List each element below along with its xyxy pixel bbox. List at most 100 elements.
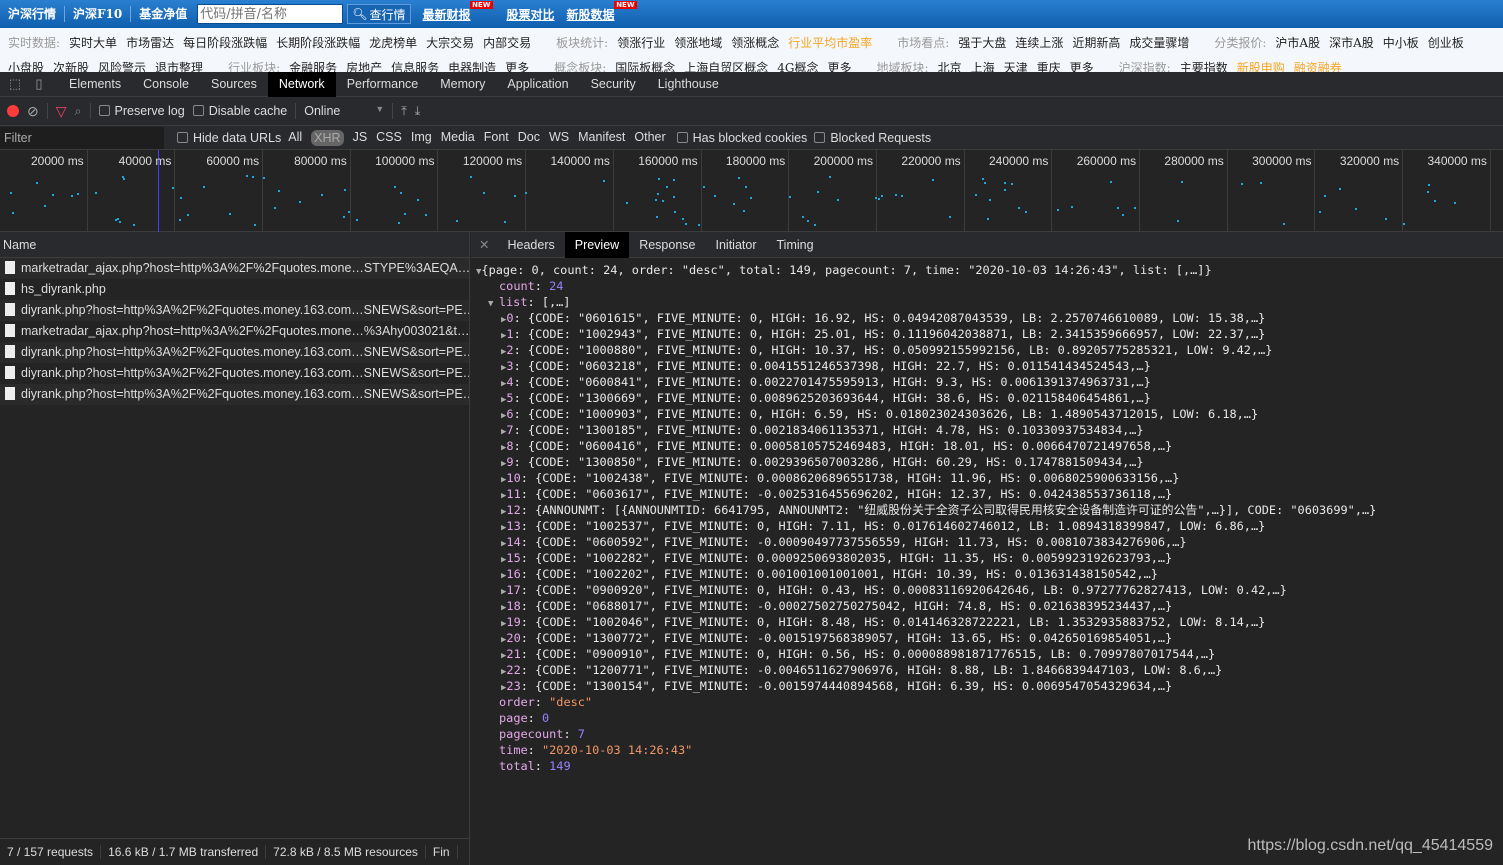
- json-list-item[interactable]: ▶3: {CODE: "0603218", FIVE_MINUTE: 0.004…: [471, 358, 1503, 374]
- subnav-link[interactable]: 每日阶段涨跌幅: [183, 34, 267, 51]
- json-list-item[interactable]: ▶0: {CODE: "0601615", FIVE_MINUTE: 0, HI…: [471, 310, 1503, 326]
- subnav-link[interactable]: 实时大单: [69, 34, 117, 51]
- search-icon[interactable]: ⌕: [75, 104, 82, 119]
- record-button[interactable]: [7, 105, 19, 117]
- subnav-link[interactable]: 强于大盘: [958, 34, 1006, 51]
- tab-lighthouse[interactable]: Lighthouse: [647, 72, 730, 97]
- json-root-row[interactable]: ▼{page: 0, count: 24, order: "desc", tot…: [471, 262, 1503, 278]
- request-row[interactable]: diyrank.php?host=http%3A%2F%2Fquotes.mon…: [0, 363, 469, 384]
- json-list-item[interactable]: ▶17: {CODE: "0900920", FIVE_MINUTE: 0, H…: [471, 582, 1503, 598]
- tab-preview[interactable]: Preview: [564, 231, 630, 258]
- disable-cache-checkbox[interactable]: Disable cache: [192, 104, 287, 118]
- tab-network[interactable]: Network: [267, 71, 336, 97]
- link-latest-reports[interactable]: 最新财报 NEW: [423, 0, 493, 23]
- inspect-element-icon[interactable]: ⬚: [6, 76, 24, 92]
- tab-application[interactable]: Application: [496, 72, 579, 97]
- blocked-requests-checkbox[interactable]: Blocked Requests: [814, 131, 931, 145]
- json-list-item[interactable]: ▶8: {CODE: "0600416", FIVE_MINUTE: 0.000…: [471, 438, 1503, 454]
- subnav-link[interactable]: 国际板概念: [615, 59, 675, 72]
- network-overview-timeline[interactable]: 20000 ms 40000 ms 60000 ms 80000 ms 100000 m…: [0, 150, 1503, 232]
- subnav-link[interactable]: 更多: [828, 59, 852, 72]
- has-blocked-cookies-checkbox[interactable]: Has blocked cookies: [676, 131, 807, 145]
- tab-security[interactable]: Security: [580, 72, 647, 97]
- subnav-link[interactable]: 更多: [505, 59, 529, 72]
- subnav-link[interactable]: 龙虎榜单: [369, 34, 417, 51]
- json-list-item[interactable]: ▶19: {CODE: "1002046", FIVE_MINUTE: 0, H…: [471, 614, 1503, 630]
- tab-sources[interactable]: Sources: [200, 72, 268, 97]
- subnav-link[interactable]: 上海: [971, 59, 995, 72]
- json-field-list[interactable]: ▼ list: [,…]: [471, 294, 1503, 310]
- name-column-header[interactable]: Name: [0, 232, 469, 258]
- tab-response[interactable]: Response: [629, 232, 705, 258]
- json-list-item[interactable]: ▶12: {ANNOUNMT: [{ANNOUNMTID: 6641795, A…: [471, 502, 1503, 518]
- subnav-link[interactable]: 内部交易: [483, 34, 531, 51]
- filter-type-xhr[interactable]: XHR: [311, 129, 344, 146]
- subnav-link[interactable]: 沪市A股: [1275, 34, 1320, 51]
- subnav-link[interactable]: 房地产: [346, 59, 382, 72]
- subnav-link[interactable]: 长期阶段涨跌幅: [276, 34, 360, 51]
- subnav-link[interactable]: 北京: [938, 59, 962, 72]
- json-list-item[interactable]: ▶22: {CODE: "1200771", FIVE_MINUTE: -0.0…: [471, 662, 1503, 678]
- filter-type-js[interactable]: JS: [353, 130, 368, 146]
- nav-fund-nav[interactable]: 基金净值: [131, 6, 195, 22]
- tab-memory[interactable]: Memory: [429, 72, 496, 97]
- nav-hushen-f10[interactable]: 沪深F10: [65, 6, 132, 22]
- subnav-link[interactable]: 领涨概念: [731, 34, 779, 51]
- request-row[interactable]: diyrank.php?host=http%3A%2F%2Fquotes.mon…: [0, 342, 469, 363]
- link-ipo-data[interactable]: 新股数据 NEW: [567, 0, 637, 23]
- json-list-item[interactable]: ▶10: {CODE: "1002438", FIVE_MINUTE: 0.00…: [471, 470, 1503, 486]
- subnav-link[interactable]: 天津: [1004, 59, 1028, 72]
- json-list-item[interactable]: ▶18: {CODE: "0688017", FIVE_MINUTE: -0.0…: [471, 598, 1503, 614]
- subnav-link[interactable]: 深市A股: [1329, 34, 1374, 51]
- subnav-link[interactable]: 4G概念: [777, 59, 818, 72]
- json-list-item[interactable]: ▶16: {CODE: "1002202", FIVE_MINUTE: 0.00…: [471, 566, 1503, 582]
- preserve-log-checkbox[interactable]: Preserve log: [98, 104, 185, 118]
- subnav-link[interactable]: 成交量骤增: [1129, 34, 1189, 51]
- subnav-link[interactable]: 风险警示: [98, 59, 146, 72]
- query-button[interactable]: 🔍︎ 查行情: [347, 4, 411, 24]
- tab-console[interactable]: Console: [132, 72, 200, 97]
- export-har-icon[interactable]: ⤓: [415, 104, 421, 119]
- filter-type-font[interactable]: Font: [484, 130, 509, 146]
- tab-elements[interactable]: Elements: [58, 72, 132, 97]
- tab-performance[interactable]: Performance: [336, 72, 430, 97]
- subnav-link[interactable]: 融资融券: [1294, 59, 1342, 72]
- json-list-item[interactable]: ▶23: {CODE: "1300154", FIVE_MINUTE: -0.0…: [471, 678, 1503, 694]
- filter-type-ws[interactable]: WS: [549, 130, 569, 146]
- tab-timing[interactable]: Timing: [767, 232, 824, 258]
- json-list-item[interactable]: ▶11: {CODE: "0603617", FIVE_MINUTE: -0.0…: [471, 486, 1503, 502]
- subnav-link[interactable]: 近期新高: [1072, 34, 1120, 51]
- subnav-link[interactable]: 次新股: [53, 59, 89, 72]
- request-row[interactable]: diyrank.php?host=http%3A%2F%2Fquotes.mon…: [0, 384, 469, 405]
- filter-input[interactable]: Filter: [0, 126, 164, 149]
- subnav-link[interactable]: 金融服务: [289, 59, 337, 72]
- expanded-arrow-icon[interactable]: ▼: [488, 299, 499, 309]
- request-row[interactable]: hs_diyrank.php: [0, 279, 469, 300]
- stock-search-input[interactable]: [197, 4, 344, 24]
- subnav-link[interactable]: 行业平均市盈率: [788, 34, 872, 51]
- json-list-item[interactable]: ▶7: {CODE: "1300185", FIVE_MINUTE: 0.002…: [471, 422, 1503, 438]
- clear-icon[interactable]: ⊘: [27, 103, 39, 120]
- json-list-item[interactable]: ▶13: {CODE: "1002537", FIVE_MINUTE: 0, H…: [471, 518, 1503, 534]
- subnav-link[interactable]: 小盘股: [8, 59, 44, 72]
- subnav-link[interactable]: 上海自贸区概念: [684, 59, 768, 72]
- json-list-item[interactable]: ▶2: {CODE: "1000880", FIVE_MINUTE: 0, HI…: [471, 342, 1503, 358]
- request-row[interactable]: diyrank.php?host=http%3A%2F%2Fquotes.mon…: [0, 300, 469, 321]
- filter-type-all[interactable]: All: [288, 130, 302, 146]
- json-list-item[interactable]: ▶21: {CODE: "0900910", FIVE_MINUTE: 0, H…: [471, 646, 1503, 662]
- filter-type-media[interactable]: Media: [441, 130, 475, 146]
- filter-icon[interactable]: ▽: [56, 103, 67, 120]
- subnav-link[interactable]: 连续上涨: [1015, 34, 1063, 51]
- subnav-link[interactable]: 更多: [1070, 59, 1094, 72]
- tab-initiator[interactable]: Initiator: [706, 232, 767, 258]
- hide-data-urls-checkbox[interactable]: Hide data URLs: [177, 131, 281, 145]
- filter-type-manifest[interactable]: Manifest: [578, 130, 625, 146]
- nav-hushen-quotes[interactable]: 沪深行情: [0, 6, 66, 22]
- json-list-item[interactable]: ▶20: {CODE: "1300772", FIVE_MINUTE: -0.0…: [471, 630, 1503, 646]
- subnav-link[interactable]: 创业板: [1428, 34, 1464, 51]
- subnav-link[interactable]: 市场雷达: [126, 34, 174, 51]
- filter-type-img[interactable]: Img: [411, 130, 432, 146]
- filter-type-css[interactable]: CSS: [376, 130, 402, 146]
- subnav-link[interactable]: 中小板: [1383, 34, 1419, 51]
- subnav-link[interactable]: 电器制造: [448, 59, 496, 72]
